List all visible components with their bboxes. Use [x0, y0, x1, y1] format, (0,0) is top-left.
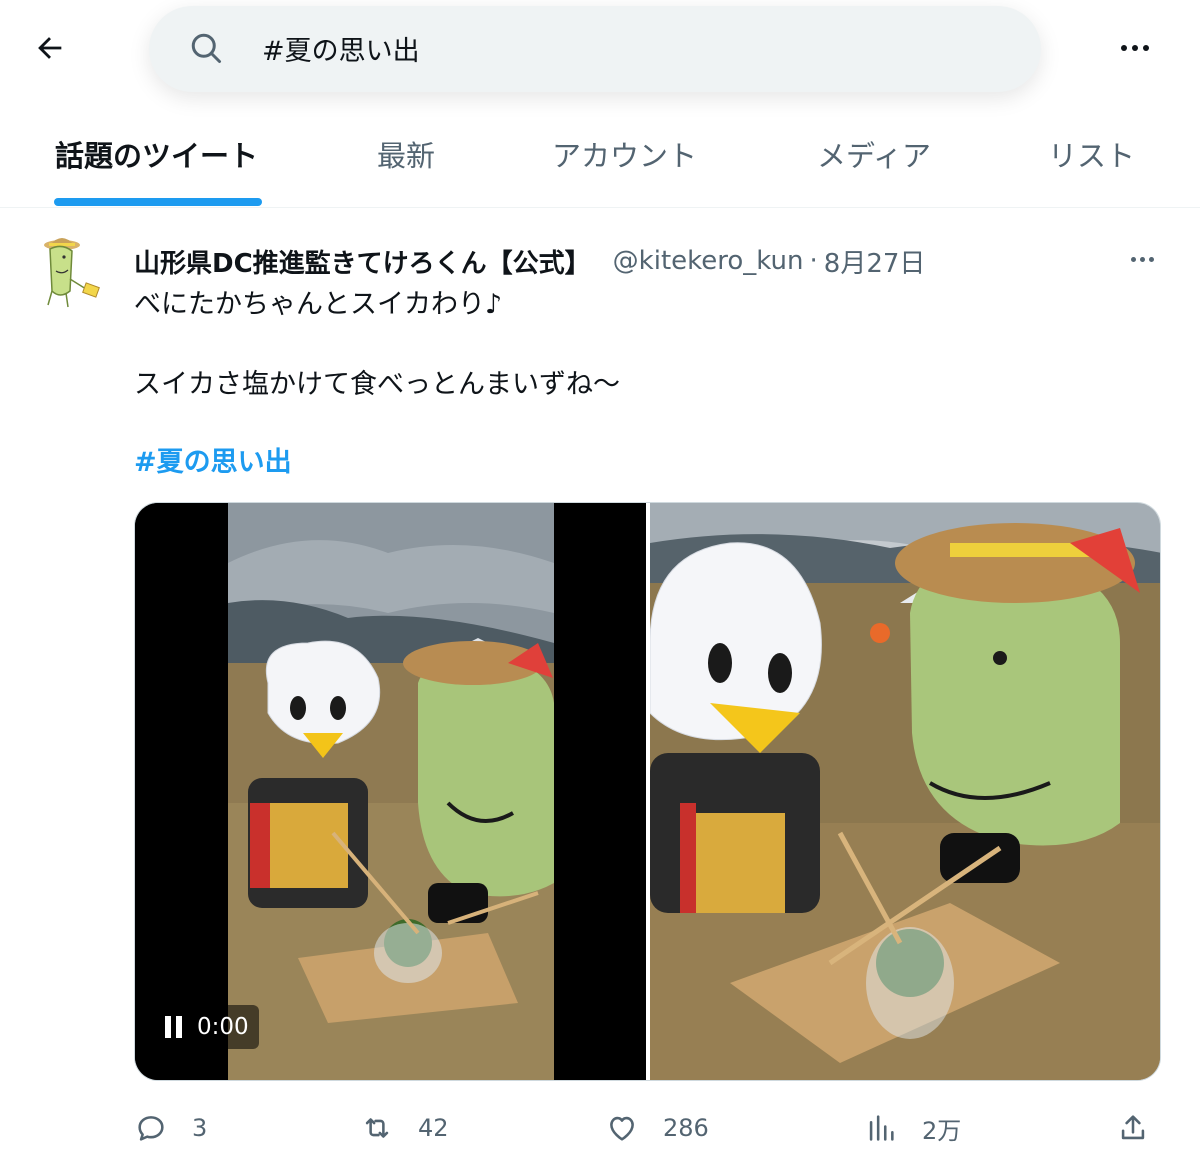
- retweet-icon: [365, 1118, 389, 1138]
- arrow-left-icon: [38, 37, 62, 59]
- more-icon: [1121, 45, 1127, 51]
- top-bar: [0, 0, 1200, 100]
- active-tab-indicator: [54, 198, 262, 206]
- tab-lists[interactable]: リスト: [1048, 100, 1135, 208]
- hashtag-link[interactable]: #夏の思い出: [134, 440, 292, 479]
- tweet-header: 山形県DC推進監きてけろくん【公式】 @kitekero_kun · 8月27日: [134, 239, 1124, 283]
- share-icon: [1121, 1115, 1145, 1140]
- media-photo[interactable]: [650, 503, 1160, 1080]
- like-count: 286: [663, 1114, 709, 1142]
- video-player[interactable]: 0:00: [135, 503, 646, 1080]
- search-tabs: 話題のツイート 最新 アカウント メディア リスト: [0, 100, 1200, 208]
- retweet-button[interactable]: 42: [360, 1104, 449, 1152]
- share-button[interactable]: [1116, 1104, 1150, 1152]
- tab-latest[interactable]: 最新: [377, 100, 435, 208]
- tweet-more-button[interactable]: [1122, 247, 1162, 271]
- avatar[interactable]: [36, 235, 108, 323]
- tab-accounts[interactable]: アカウント: [552, 100, 697, 208]
- pause-icon: [165, 1016, 185, 1038]
- separator: ·: [809, 246, 818, 276]
- user-handle[interactable]: @kitekero_kun: [613, 246, 804, 276]
- video-time: 0:00: [197, 1014, 249, 1040]
- tweet-text-line: べにたかちゃんとスイカわり♪: [134, 289, 503, 320]
- search-input[interactable]: [262, 26, 962, 70]
- reply-count: 3: [192, 1114, 208, 1142]
- display-name[interactable]: 山形県DC推進監きてけろくん【公式】: [134, 243, 591, 280]
- tab-top[interactable]: 話題のツイート: [55, 100, 258, 208]
- heart-icon: [610, 1116, 634, 1141]
- like-button[interactable]: 286: [605, 1104, 709, 1152]
- view-count: 2万: [922, 1116, 962, 1145]
- views-button[interactable]: 2万: [864, 1104, 961, 1152]
- more-icon: [1130, 256, 1136, 262]
- tweet-text-line: スイカさ塩かけて食べっとんまいずね〜: [134, 369, 620, 400]
- back-button[interactable]: [22, 26, 78, 70]
- tab-media[interactable]: メディア: [817, 100, 931, 208]
- reply-button[interactable]: 3: [134, 1104, 207, 1152]
- more-options-button[interactable]: [1110, 28, 1160, 68]
- tweet[interactable]: 山形県DC推進監きてけろくん【公式】 @kitekero_kun · 8月27日…: [0, 209, 1200, 1172]
- tweet-actions: 3 42 286 2万: [134, 1104, 1164, 1152]
- photo-image: [650, 503, 1160, 1080]
- tweet-date[interactable]: 8月27日: [824, 243, 926, 280]
- search-icon: [191, 33, 221, 63]
- analytics-icon: [869, 1115, 894, 1141]
- retweet-count: 42: [418, 1114, 449, 1142]
- reply-icon: [138, 1116, 164, 1141]
- playback-control[interactable]: 0:00: [157, 1005, 259, 1049]
- video-frame: [135, 503, 646, 1080]
- media-grid: 0:00: [134, 502, 1161, 1081]
